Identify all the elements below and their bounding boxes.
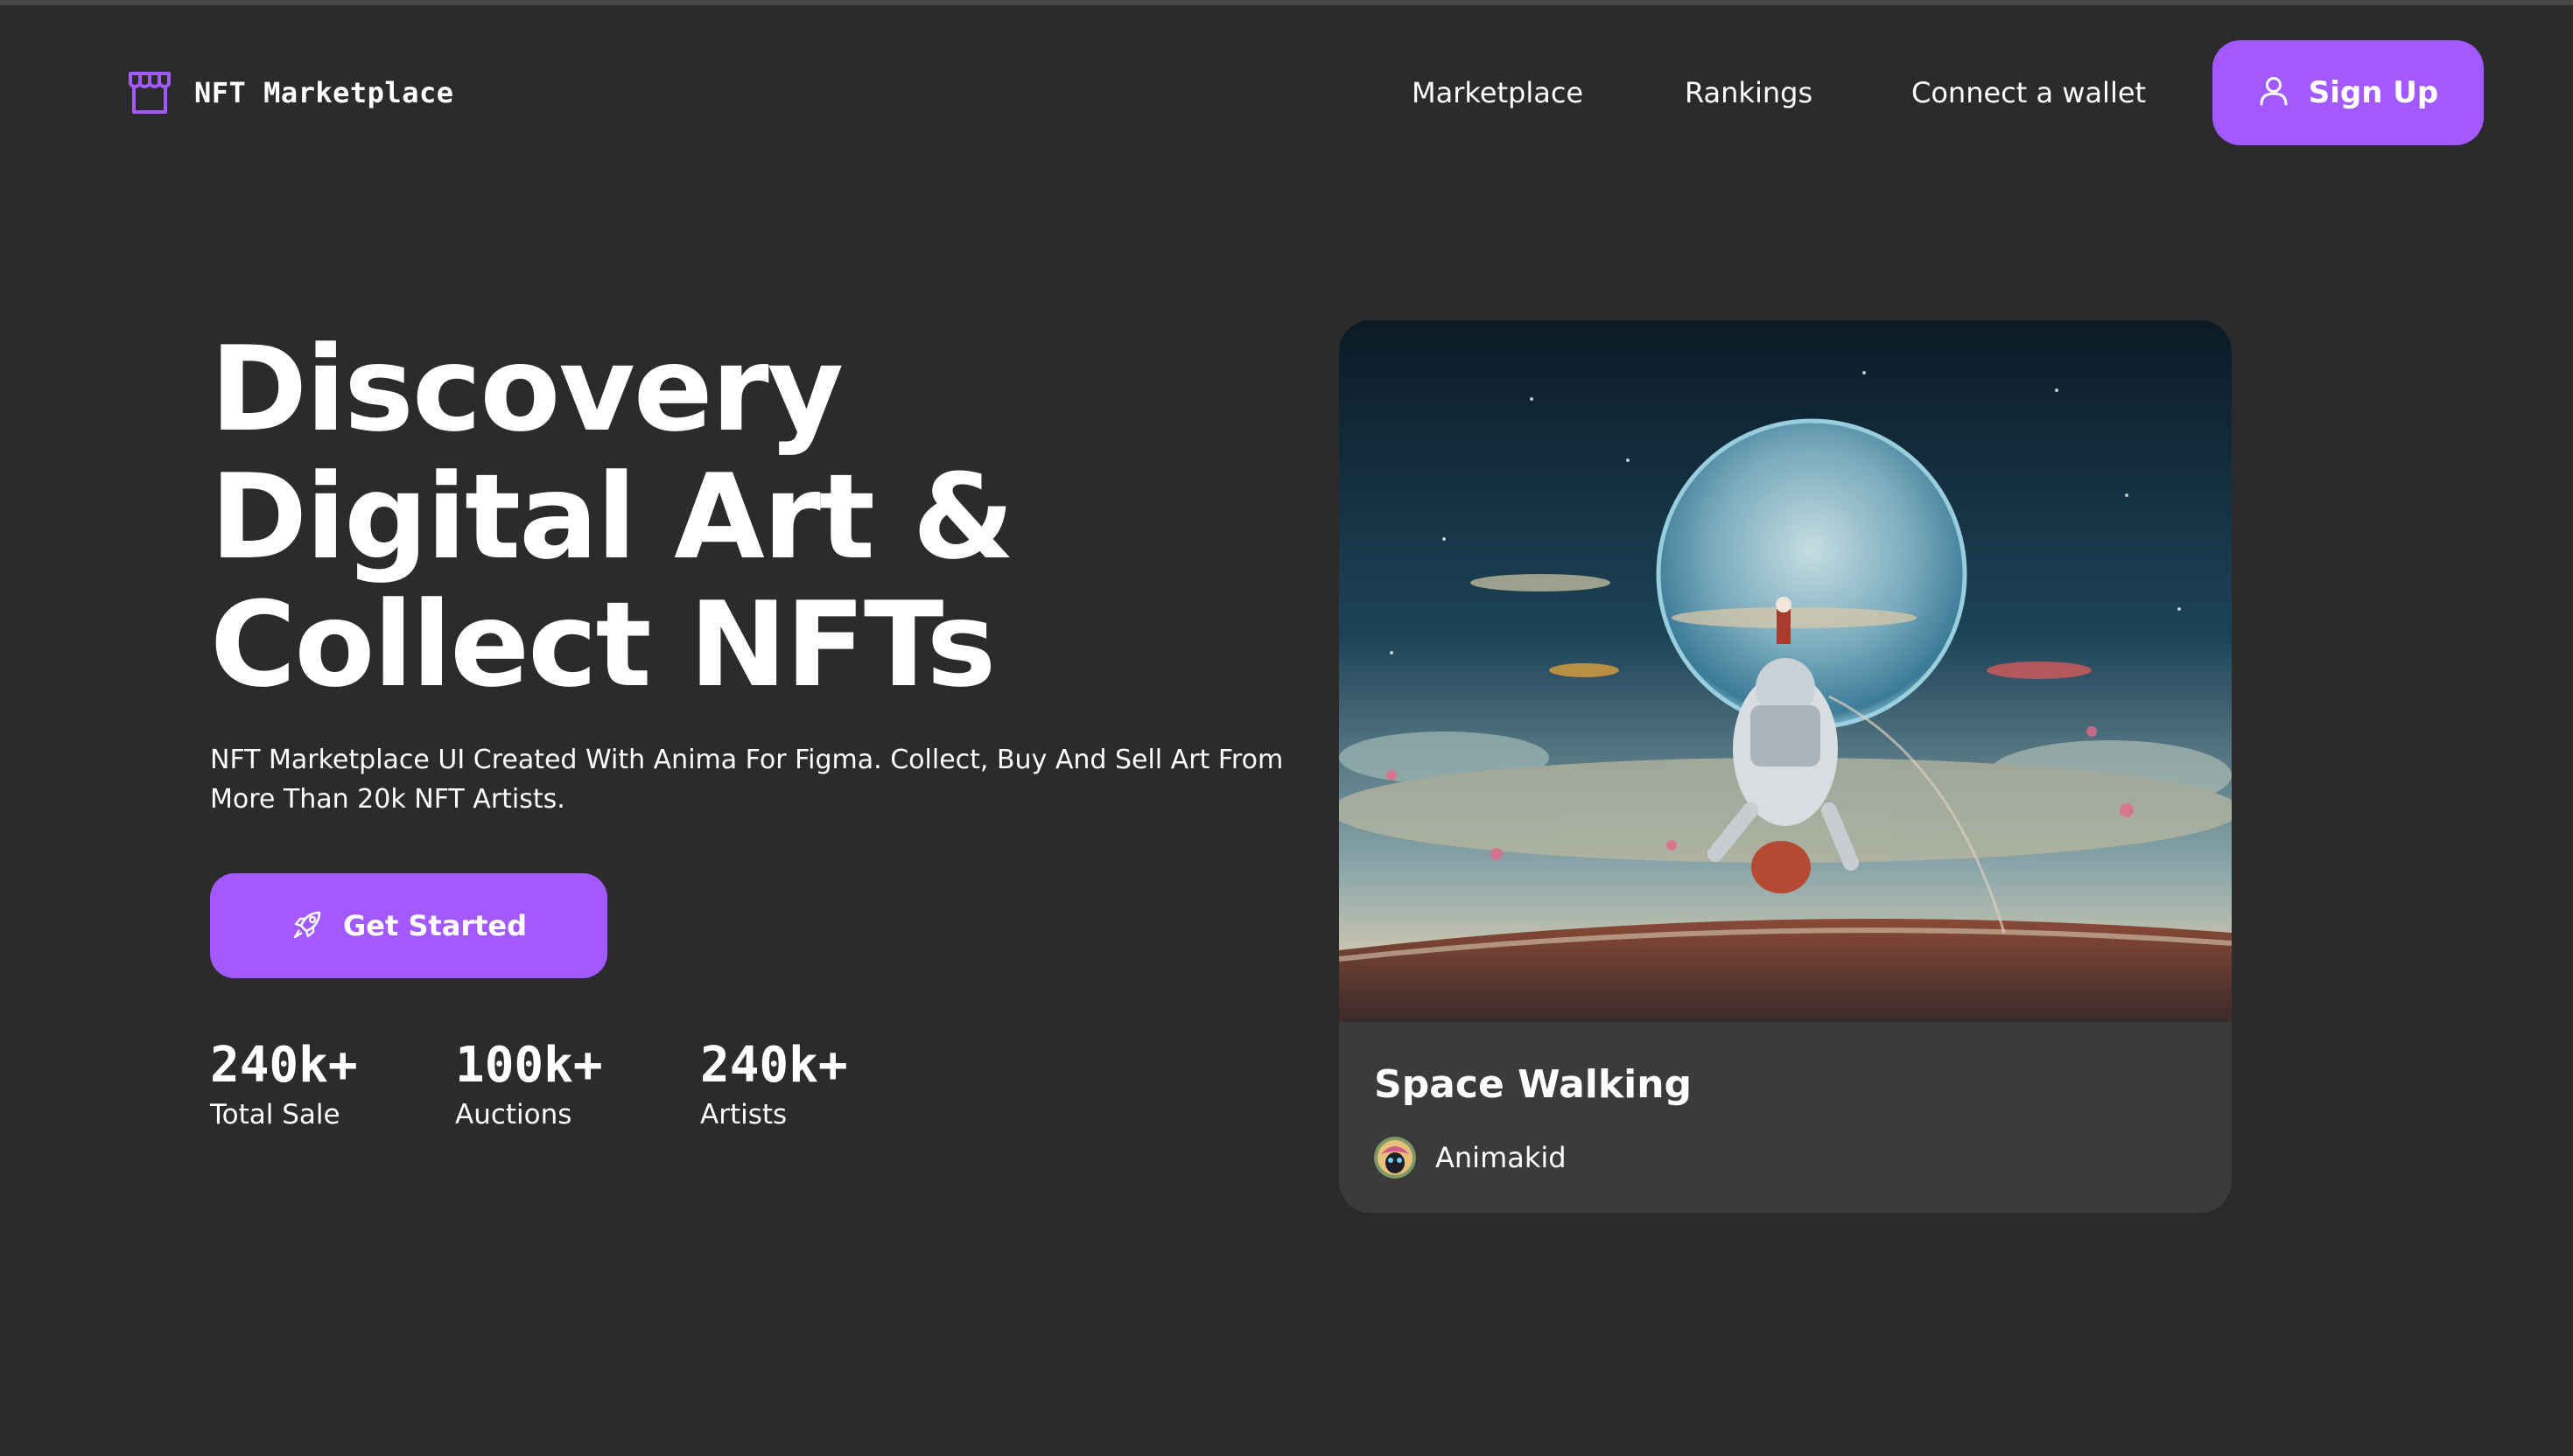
get-started-button[interactable]: Get Started: [210, 873, 607, 978]
hero-title: Discovery Digital Art & Collect NFTs: [210, 321, 1014, 713]
stat-label: Auctions: [455, 1099, 572, 1130]
brand-logo[interactable]: NFT Marketplace: [126, 68, 453, 117]
sign-up-button[interactable]: Sign Up: [2212, 40, 2484, 145]
stat-value: 240k+: [210, 1037, 358, 1094]
nav-connect-wallet-link[interactable]: Connect a wallet: [1911, 75, 2146, 110]
stat-artists: 240k+ Artists: [700, 1038, 848, 1132]
storefront-icon: [126, 69, 173, 116]
stat-label: Artists: [700, 1099, 788, 1130]
artist-info[interactable]: Animakid: [1374, 1136, 1567, 1180]
stat-value: 100k+: [455, 1037, 603, 1094]
stat-auctions: 100k+ Auctions: [455, 1038, 603, 1132]
rocket-icon: [291, 906, 326, 945]
sign-up-label: Sign Up: [2308, 75, 2439, 110]
user-icon: [2258, 75, 2289, 110]
stat-total-sale: 240k+ Total Sale: [210, 1038, 358, 1132]
stat-label: Total Sale: [210, 1099, 340, 1130]
get-started-label: Get Started: [342, 909, 528, 942]
nft-artwork-image: [1339, 320, 2232, 1022]
featured-nft-card[interactable]: Space Walking Animakid: [1339, 320, 2232, 1213]
window-top-border: [0, 0, 2573, 5]
nav-marketplace-link[interactable]: Marketplace: [1412, 75, 1583, 110]
hero-subtitle: NFT Marketplace UI Created With Anima Fo…: [210, 745, 1284, 815]
nav-rankings-link[interactable]: Rankings: [1685, 75, 1812, 110]
artist-avatar: [1374, 1137, 1416, 1179]
stat-value: 240k+: [700, 1037, 848, 1094]
artist-name: Animakid: [1435, 1141, 1567, 1174]
nft-title: Space Walking: [1374, 1062, 1693, 1107]
brand-name: NFT Marketplace: [194, 76, 454, 109]
